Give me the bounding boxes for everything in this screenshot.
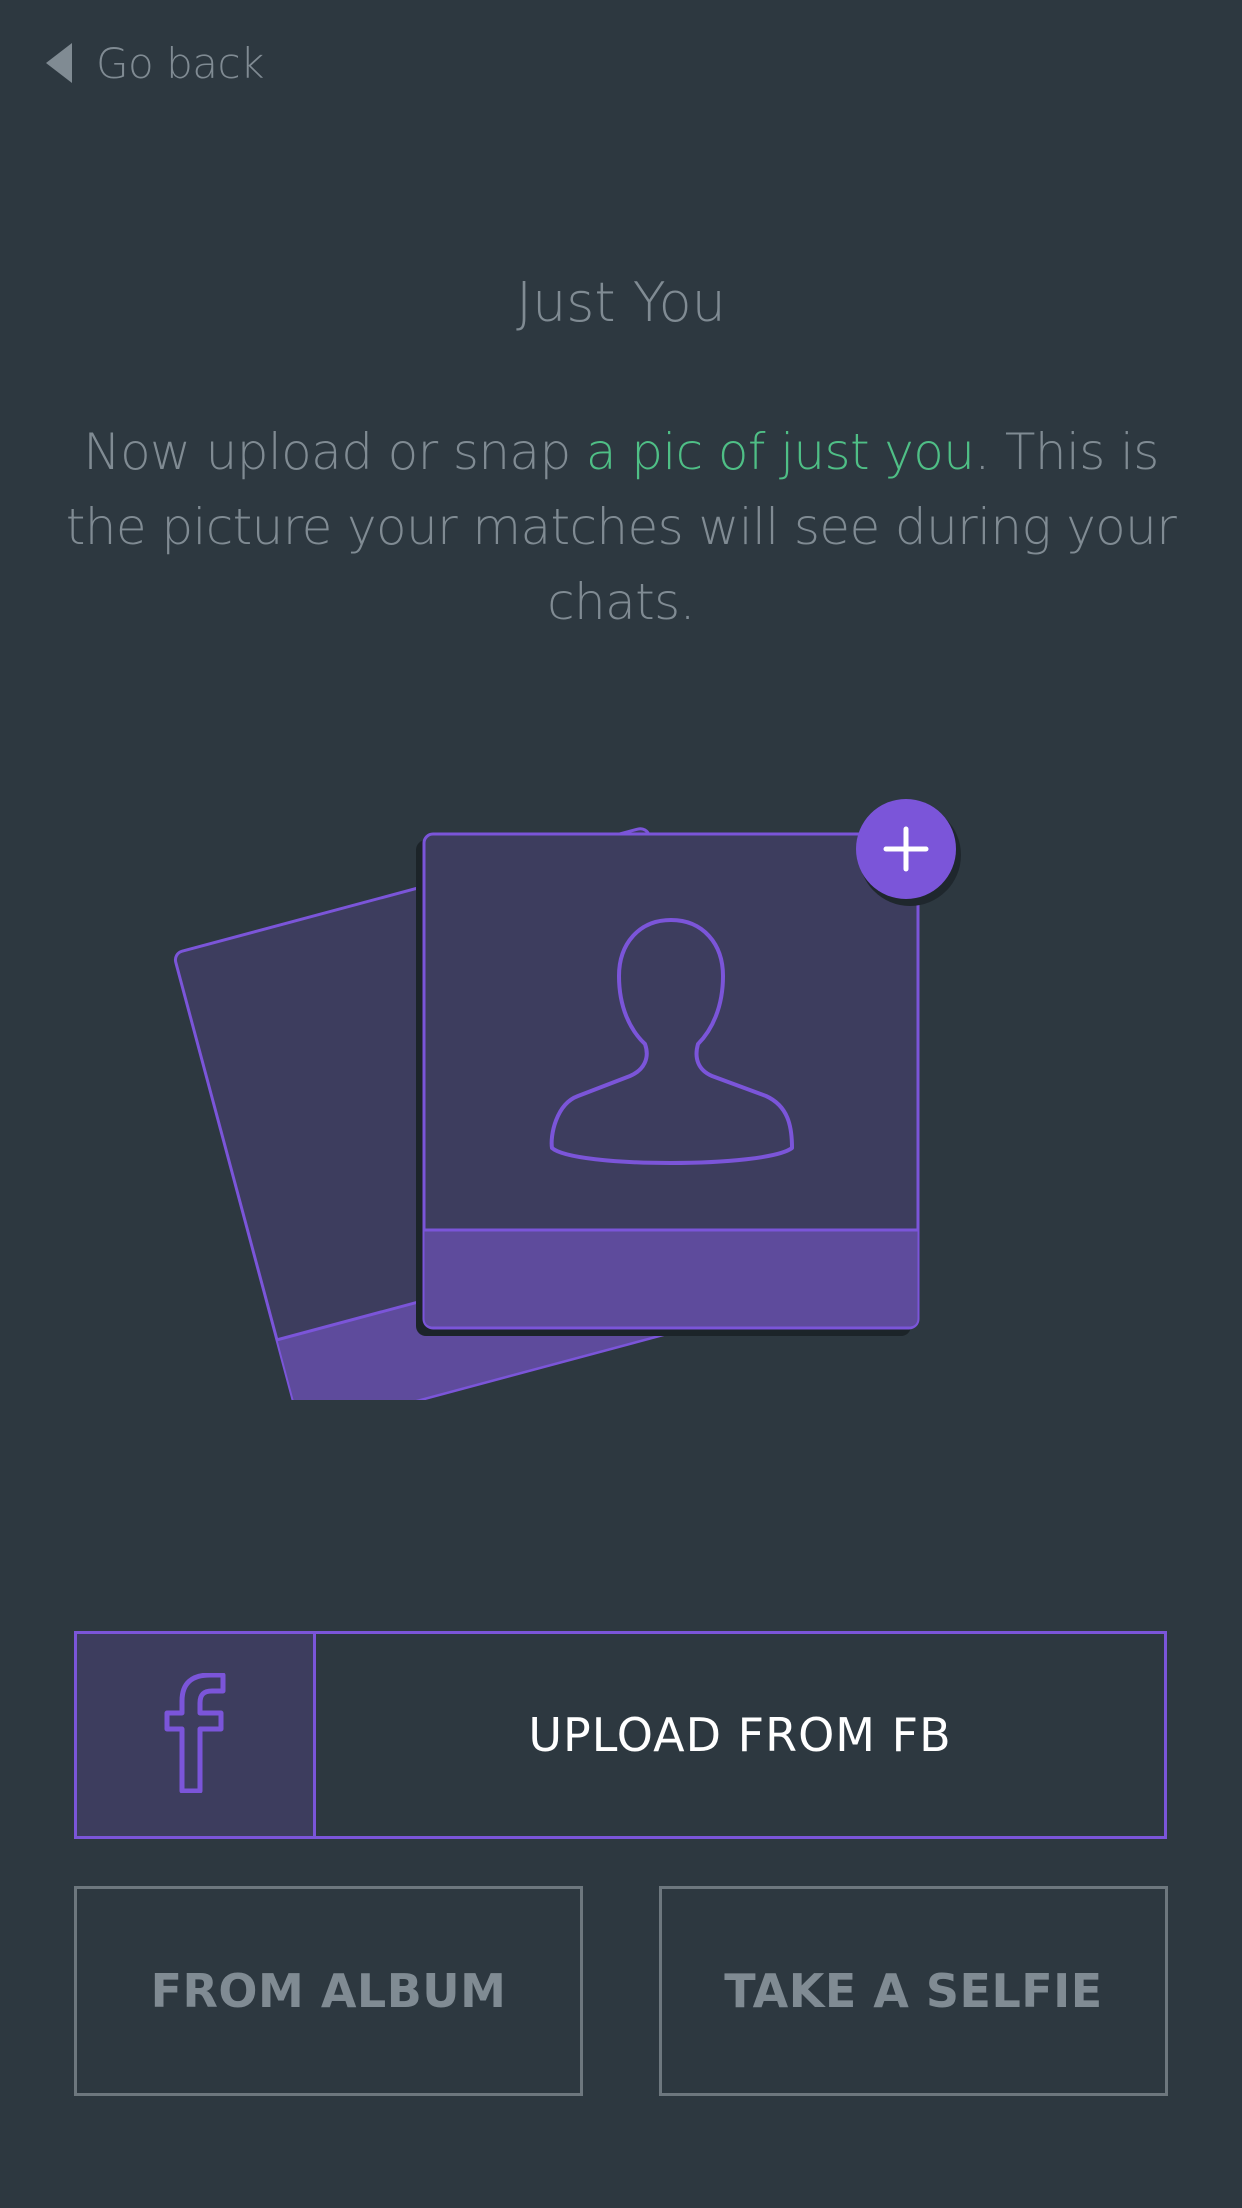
facebook-icon [163, 1672, 227, 1797]
upload-from-fb-button[interactable]: UPLOAD FROM FB [74, 1631, 1167, 1839]
caret-left-icon [44, 41, 74, 85]
instruction-text-start: Now upload or snap [83, 423, 586, 481]
page-title: Just You [516, 271, 726, 334]
photo-illustration [0, 760, 1242, 1432]
photo-stack-icon [173, 799, 961, 1432]
from-album-button[interactable]: FROM ALBUM [74, 1886, 583, 2096]
instruction-text: Now upload or snap a pic of just you. Th… [60, 415, 1182, 640]
take-selfie-button[interactable]: TAKE A SELFIE [659, 1886, 1168, 2096]
instruction-highlight: a pic of just you [585, 423, 975, 481]
from-album-label: FROM ALBUM [150, 1964, 507, 2018]
facebook-icon-box [77, 1634, 316, 1836]
back-button[interactable]: Go back [44, 36, 264, 90]
take-selfie-label: TAKE A SELFIE [724, 1964, 1103, 2018]
upload-from-fb-label: UPLOAD FROM FB [528, 1708, 952, 1762]
back-button-label: Go back [96, 38, 264, 88]
